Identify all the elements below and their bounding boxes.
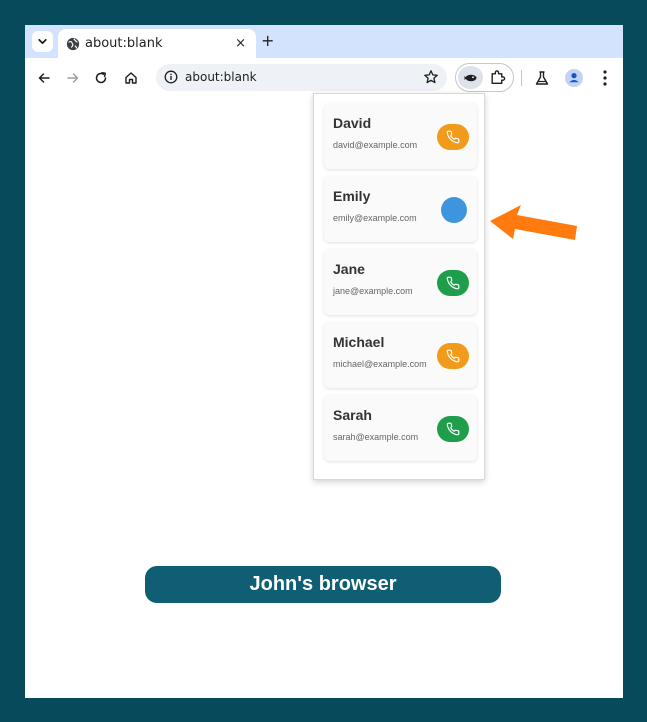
contact-email: michael@example.com	[333, 359, 427, 369]
flask-icon[interactable]	[532, 68, 552, 88]
tab-title: about:blank	[85, 36, 163, 51]
browser-caption: John's browser	[145, 566, 501, 603]
contact-card-david: David david@example.com	[324, 103, 477, 169]
tab-close-button[interactable]: ×	[235, 36, 246, 51]
address-bar-url[interactable]: about:blank	[185, 70, 257, 84]
browser-toolbar: about:blank	[25, 58, 623, 98]
contact-email: jane@example.com	[333, 286, 413, 296]
home-button[interactable]	[121, 68, 141, 88]
extension-logo-icon	[464, 74, 476, 81]
back-button[interactable]	[34, 68, 54, 88]
kebab-menu-icon[interactable]	[595, 67, 615, 89]
arrow-left-icon	[38, 73, 50, 83]
contact-name: Sarah	[333, 407, 372, 423]
contact-name: Emily	[333, 188, 371, 204]
contact-name: Jane	[333, 261, 365, 277]
phone-icon	[446, 422, 460, 436]
chevron-down-icon	[38, 38, 47, 45]
home-icon	[125, 72, 137, 84]
tab-search-button[interactable]	[32, 31, 53, 52]
pointer-arrow-icon	[490, 205, 577, 240]
phone-icon	[446, 276, 460, 290]
contact-name: Michael	[333, 334, 385, 350]
call-button-emily[interactable]	[441, 197, 467, 223]
call-button-michael[interactable]	[437, 343, 469, 369]
info-icon[interactable]	[164, 70, 178, 84]
forward-button[interactable]	[63, 68, 83, 88]
tab-strip: about:blank × +	[25, 25, 623, 58]
star-icon[interactable]	[423, 69, 439, 85]
arrow-right-icon	[67, 73, 79, 83]
contact-email: david@example.com	[333, 140, 418, 150]
profile-avatar-icon[interactable]	[563, 67, 585, 89]
contact-name: David	[333, 115, 372, 131]
contact-email: emily@example.com	[333, 213, 417, 223]
globe-icon	[66, 37, 80, 51]
call-button-david[interactable]	[437, 124, 469, 150]
extensions-group	[455, 63, 514, 92]
contact-card-sarah: Sarah sarah@example.com	[324, 395, 477, 461]
contact-card-jane: Jane jane@example.com	[324, 249, 477, 315]
puzzle-piece-icon[interactable]	[489, 69, 506, 86]
reload-icon	[95, 72, 107, 84]
toolbar-divider	[521, 70, 522, 86]
call-button-jane[interactable]	[437, 270, 469, 296]
extension-popup: David david@example.com Emily emily@exam…	[313, 93, 485, 480]
phone-icon	[446, 130, 460, 144]
call-button-sarah[interactable]	[437, 416, 469, 442]
contact-card-michael: Michael michael@example.com	[324, 322, 477, 388]
contact-card-emily: Emily emily@example.com	[324, 176, 477, 242]
contact-email: sarah@example.com	[333, 432, 419, 442]
reload-button[interactable]	[91, 68, 111, 88]
new-tab-button[interactable]: +	[261, 32, 274, 50]
tab-about-blank[interactable]: about:blank ×	[58, 29, 256, 58]
browser-window: about:blank × + about:blank David david@…	[25, 25, 623, 698]
address-bar[interactable]: about:blank	[156, 64, 447, 91]
extension-button-active[interactable]	[458, 66, 483, 89]
phone-icon	[446, 349, 460, 363]
